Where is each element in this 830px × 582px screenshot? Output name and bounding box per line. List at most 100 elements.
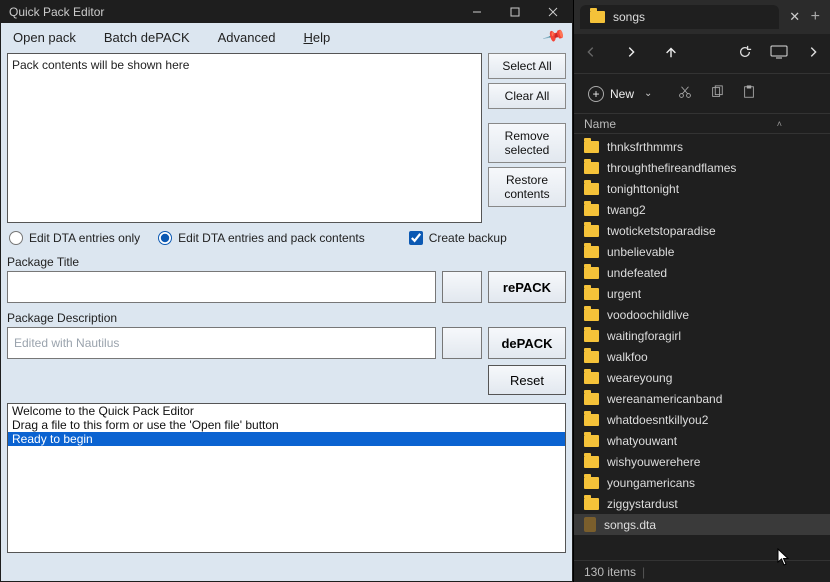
folder-row[interactable]: voodoochildlive [574,304,830,325]
folder-icon [584,393,599,405]
nav-up-button[interactable] [664,45,678,62]
tab-close-button[interactable]: ✕ [783,9,807,25]
item-name: undefeated [607,266,667,280]
depack-button[interactable]: dePACK [488,327,566,359]
repack-button[interactable]: rePACK [488,271,566,303]
new-tab-button[interactable]: + [807,8,824,26]
menu-advanced[interactable]: Advanced [212,28,282,47]
window-title: Quick Pack Editor [1,5,458,19]
maximize-button[interactable] [496,1,534,23]
explorer-navbar [574,34,830,74]
folder-icon [584,330,599,342]
log-line: Drag a file to this form or use the 'Ope… [8,418,565,432]
folder-icon [584,309,599,321]
folder-row[interactable]: urgent [574,283,830,304]
item-name: songs.dta [604,518,656,532]
folder-row[interactable]: waitingforagirl [574,325,830,346]
file-row[interactable]: songs.dta [574,514,830,535]
folder-row[interactable]: throughthefireandflames [574,157,830,178]
remove-selected-button[interactable]: Remove selected [488,123,566,163]
pack-contents-list[interactable]: Pack contents will be shown here [7,53,482,223]
folder-row[interactable]: thnksfrthmmrs [574,136,830,157]
folder-row[interactable]: unbelievable [574,241,830,262]
restore-contents-button[interactable]: Restore contents [488,167,566,207]
column-header-row[interactable]: Name ˄ [574,114,830,134]
pin-icon[interactable]: 📌 [542,24,567,49]
folder-row[interactable]: weareyoung [574,367,830,388]
package-title-aux-button[interactable] [442,271,482,303]
menu-open-pack[interactable]: Open pack [7,28,82,47]
quick-pack-editor-window: Quick Pack Editor Open pack Batch dePACK… [0,0,573,582]
log-output[interactable]: Welcome to the Quick Pack Editor Drag a … [7,403,566,553]
item-name: ziggystardust [607,497,678,511]
file-icon [584,517,596,532]
folder-row[interactable]: walkfoo [574,346,830,367]
folder-row[interactable]: ziggystardust [574,493,830,514]
folder-row[interactable]: tonighttonight [574,178,830,199]
folder-icon [584,225,599,237]
menu-batch-depack[interactable]: Batch dePACK [98,28,196,47]
tab-title: songs [613,10,645,24]
package-description-input[interactable] [7,327,436,359]
folder-icon [584,414,599,426]
minimize-button[interactable] [458,1,496,23]
paste-icon[interactable] [742,85,756,102]
item-name: weareyoung [607,371,672,385]
clear-all-button[interactable]: Clear All [488,83,566,109]
package-title-input[interactable] [7,271,436,303]
folder-row[interactable]: youngamericans [574,472,830,493]
new-button[interactable]: + New ⌄ [584,83,660,105]
item-name: voodoochildlive [607,308,689,322]
folder-row[interactable]: twang2 [574,199,830,220]
radio-edit-dta-only[interactable] [9,231,23,245]
item-name: twang2 [607,203,646,217]
item-name: throughthefireandflames [607,161,736,175]
log-line: Welcome to the Quick Pack Editor [8,404,565,418]
option-edit-dta-only[interactable]: Edit DTA entries only [9,231,140,245]
folder-row[interactable]: wereanamericanband [574,388,830,409]
folder-row[interactable]: twoticketstoparadise [574,220,830,241]
item-name: waitingforagirl [607,329,681,343]
folder-icon [584,267,599,279]
menubar: Open pack Batch dePACK Advanced Help 📌 [1,23,572,51]
folder-row[interactable]: undefeated [574,262,830,283]
cut-icon[interactable] [678,85,692,102]
chevron-down-icon: ⌄ [644,88,652,99]
option-edit-dta-and-pack[interactable]: Edit DTA entries and pack contents [158,231,365,245]
nav-overflow-button[interactable] [806,45,820,62]
contents-placeholder: Pack contents will be shown here [12,58,189,72]
explorer-tab[interactable]: songs [580,5,779,29]
item-name: walkfoo [607,350,648,364]
item-name: tonighttonight [607,182,679,196]
reset-button[interactable]: Reset [488,365,566,395]
folder-row[interactable]: whatdoesntkillyou2 [574,409,830,430]
close-button[interactable] [534,1,572,23]
radio-edit-dta-and-pack[interactable] [158,231,172,245]
log-line-selected: Ready to begin [8,432,565,446]
package-description-aux-button[interactable] [442,327,482,359]
nav-back-button[interactable] [584,45,598,62]
new-button-label: New [610,87,634,101]
nav-thispc-button[interactable] [770,45,788,62]
item-name: youngamericans [607,476,695,490]
column-name-header[interactable]: Name [584,117,820,131]
folder-icon [584,456,599,468]
option-create-backup[interactable]: Create backup [409,231,507,245]
titlebar: Quick Pack Editor [1,1,572,23]
checkbox-create-backup[interactable] [409,231,423,245]
folder-row[interactable]: wishyouwerehere [574,451,830,472]
nav-forward-button[interactable] [624,45,638,62]
package-description-label: Package Description [7,311,566,325]
folder-row[interactable]: whatyouwant [574,430,830,451]
file-list[interactable]: thnksfrthmmrs throughthefireandflames toni… [574,134,830,560]
item-name: wereanamericanband [607,392,722,406]
item-name: urgent [607,287,641,301]
menu-help[interactable]: Help [297,28,336,47]
folder-icon [584,498,599,510]
item-count: 130 items [584,565,636,579]
copy-icon[interactable] [710,85,724,102]
select-all-button[interactable]: Select All [488,53,566,79]
plus-circle-icon: + [588,86,604,102]
item-name: whatyouwant [607,434,677,448]
nav-refresh-button[interactable] [738,45,752,62]
